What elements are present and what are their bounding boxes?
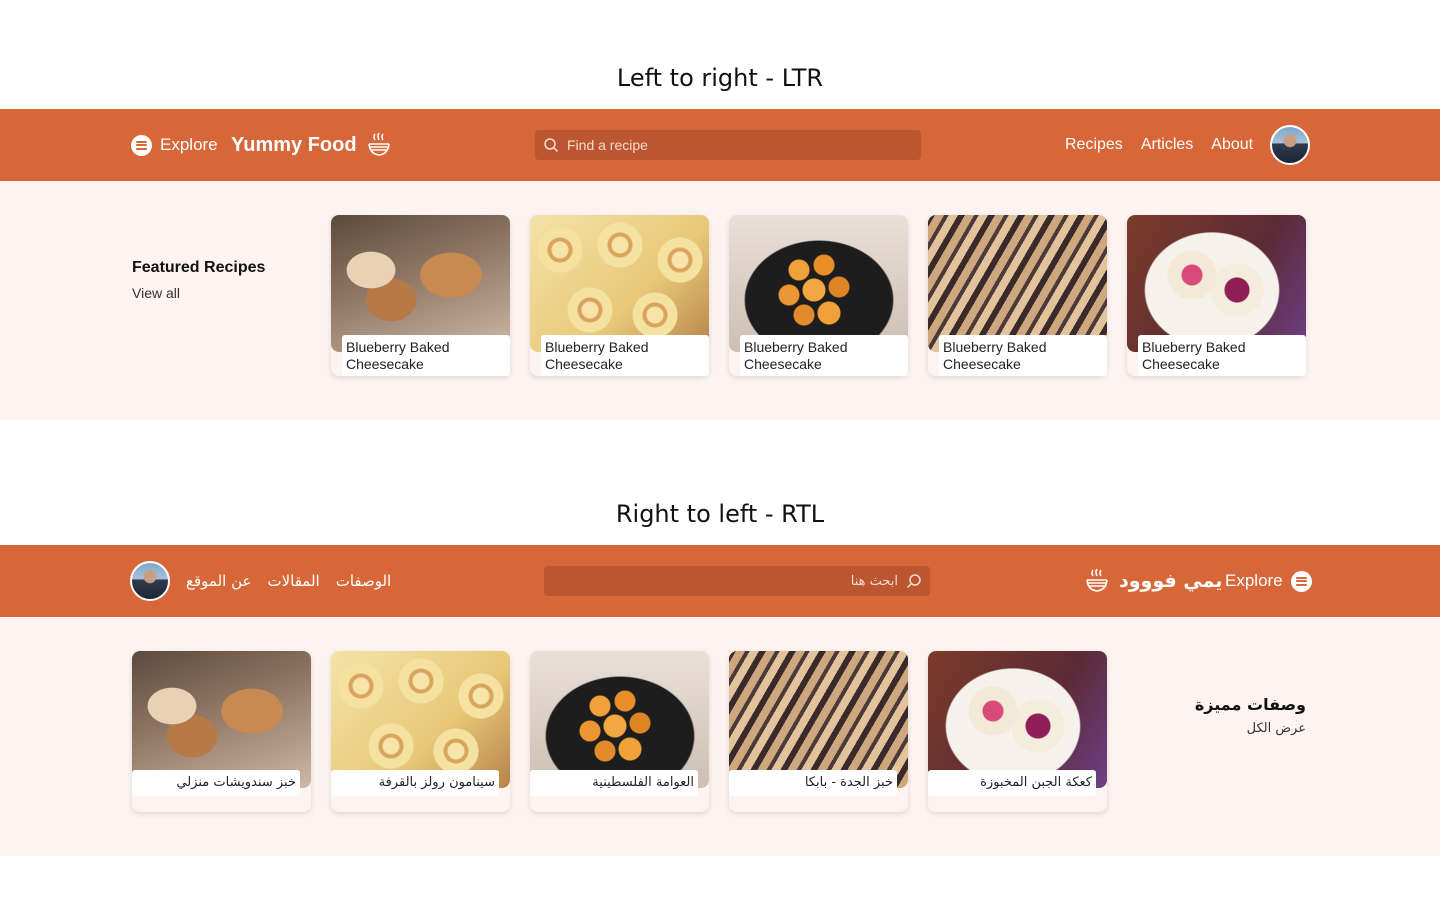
- bowl-icon: [1086, 568, 1108, 592]
- bowl-icon: [367, 132, 390, 156]
- rtl-navbar: الوصفات المقالات عن الموقع ابحث هنا يمي …: [0, 545, 1440, 617]
- search-placeholder: ابحث هنا: [850, 573, 898, 589]
- brand-name: Yummy Food: [231, 133, 357, 156]
- ltr-section-title: Left to right - LTR: [616, 64, 824, 92]
- recipe-card[interactable]: Blueberry Baked Cheesecake: [1127, 215, 1306, 376]
- recipe-image: [132, 651, 311, 788]
- search-input[interactable]: ابحث هنا: [544, 566, 930, 596]
- search-icon: [544, 138, 559, 153]
- avatar[interactable]: [1270, 125, 1310, 165]
- nav-link-about[interactable]: عن الموقع: [186, 572, 251, 590]
- recipe-image: [928, 215, 1107, 352]
- recipe-card[interactable]: Blueberry Baked Cheesecake: [331, 215, 510, 376]
- recipe-card[interactable]: سينامون رولز بالقرفة: [331, 651, 510, 812]
- recipe-title: العوامة الفلسطينية: [530, 770, 698, 796]
- recipe-title: خبز سندويشات منزلي: [132, 770, 300, 796]
- brand-logo[interactable]: يمي فووود: [1085, 545, 1222, 617]
- recipe-image: [331, 215, 510, 352]
- recipe-card[interactable]: خبز الجدة - بابكا: [729, 651, 908, 812]
- search-icon: [906, 574, 921, 589]
- recipe-title: سينامون رولز بالقرفة: [331, 770, 499, 796]
- featured-title: وصفات مميزة: [1194, 695, 1306, 714]
- nav-links: الوصفات المقالات عن الموقع: [186, 545, 391, 617]
- nav-links: Recipes Articles About: [1065, 109, 1253, 181]
- recipe-card[interactable]: Blueberry Baked Cheesecake: [928, 215, 1107, 376]
- menu-icon: [1290, 570, 1312, 592]
- recipe-card[interactable]: خبز سندويشات منزلي: [132, 651, 311, 812]
- ltr-navbar: Explore Yummy Food Find a recipe Recipes…: [0, 109, 1440, 181]
- recipe-title: Blueberry Baked Cheesecake: [1138, 335, 1306, 376]
- ltr-featured-section: Featured Recipes View all Blueberry Bake…: [0, 181, 1440, 420]
- recipe-image: [729, 651, 908, 788]
- brand-name: يمي فووود: [1119, 570, 1223, 592]
- recipe-title: كعكة الجبن المخبوزة: [928, 770, 1096, 796]
- recipe-image: [928, 651, 1107, 788]
- view-all-link[interactable]: View all: [132, 285, 180, 301]
- recipe-title: Blueberry Baked Cheesecake: [740, 335, 908, 376]
- explore-button[interactable]: Explore: [131, 109, 218, 181]
- recipe-image: [530, 651, 709, 788]
- recipe-title: Blueberry Baked Cheesecake: [342, 335, 510, 376]
- recipe-card[interactable]: Blueberry Baked Cheesecake: [530, 215, 709, 376]
- explore-button[interactable]: Explore: [1225, 545, 1312, 617]
- brand-logo[interactable]: Yummy Food: [231, 109, 391, 181]
- explore-label: Explore: [1225, 571, 1283, 590]
- recipe-image: [729, 215, 908, 352]
- nav-link-recipes[interactable]: Recipes: [1065, 136, 1123, 154]
- recipe-image: [1127, 215, 1306, 352]
- recipe-title: Blueberry Baked Cheesecake: [541, 335, 709, 376]
- recipe-image: [530, 215, 709, 352]
- view-all-link[interactable]: عرض الكل: [1247, 721, 1306, 736]
- nav-link-about[interactable]: About: [1211, 136, 1253, 154]
- recipe-card[interactable]: كعكة الجبن المخبوزة: [928, 651, 1107, 812]
- recipe-card[interactable]: Blueberry Baked Cheesecake: [729, 215, 908, 376]
- nav-link-articles[interactable]: المقالات: [267, 572, 319, 590]
- search-placeholder: Find a recipe: [567, 137, 648, 153]
- nav-link-recipes[interactable]: الوصفات: [336, 572, 392, 590]
- explore-label: Explore: [160, 135, 218, 154]
- rtl-featured-section: خبز سندويشات منزلي سينامون رولز بالقرفة …: [0, 617, 1440, 856]
- recipe-title: خبز الجدة - بابكا: [729, 770, 897, 796]
- rtl-section-title: Right to left - RTL: [615, 500, 825, 528]
- search-input[interactable]: Find a recipe: [535, 130, 921, 160]
- menu-icon: [131, 134, 152, 156]
- avatar[interactable]: [130, 561, 170, 601]
- featured-title: Featured Recipes: [132, 259, 266, 276]
- recipe-image: [331, 651, 510, 788]
- nav-link-articles[interactable]: Articles: [1141, 136, 1193, 154]
- recipe-title: Blueberry Baked Cheesecake: [939, 335, 1107, 376]
- recipe-card[interactable]: العوامة الفلسطينية: [530, 651, 709, 812]
